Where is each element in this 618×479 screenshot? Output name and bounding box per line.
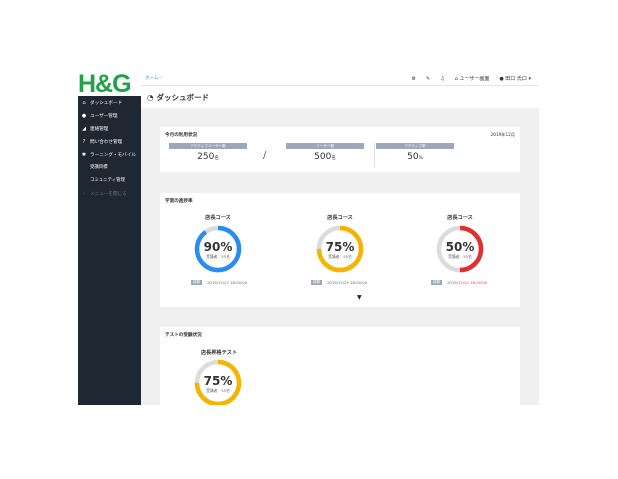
active-users-label: アクティブユーザー数	[169, 143, 247, 149]
course-name: 店長コース	[205, 215, 231, 221]
usage-separator: /	[263, 150, 267, 161]
home-icon: ⌂	[82, 99, 86, 106]
course-students: 受講者：55名	[328, 254, 352, 259]
users-unit: 名	[331, 156, 336, 161]
course-name: 店長コース	[447, 215, 473, 221]
active-users-unit: 名	[214, 156, 219, 161]
active-users-number: 250	[197, 152, 215, 162]
dashboard-icon: ◔	[147, 93, 154, 102]
wrench-icon[interactable]: ✎	[426, 76, 430, 82]
bell-icon[interactable]: ♫	[440, 76, 444, 82]
sidebar-item-label: ラーニング・モバイル	[90, 152, 136, 158]
main-content: 今月の利用状況 2019年12月 アクティブユーザー数 250名 / ユーザー数…	[141, 108, 539, 405]
active-rate-value: 50%	[376, 152, 454, 162]
course-students: 受講者：55名	[206, 254, 230, 259]
progress-card: 学習の進捗率 店長コース 90% 受講者：55名 締期 2019/12/27 1…	[160, 193, 520, 307]
tests-card: テストの受験状況 店長昇格テスト 75% 受講者：55名	[160, 327, 520, 405]
usage-divider	[374, 143, 375, 167]
page-title: ◔ ダッシュボード	[147, 92, 209, 103]
test-percent: 75%	[203, 374, 233, 388]
sidebar-subitem-goals[interactable]: 受講目標	[78, 161, 141, 174]
usage-title: 今月の利用状況	[165, 133, 198, 138]
active-rate-number: 50	[407, 152, 419, 162]
active-users-value: 250名	[169, 152, 247, 162]
usage-date: 2019年12月	[490, 132, 515, 137]
course-deadline: 2019/12/27 18:00:00	[207, 280, 248, 285]
megaphone-icon: ◢	[82, 125, 86, 132]
sidebar-item-notices[interactable]: ◢ 連絡管理	[78, 122, 141, 135]
course-percent: 90%	[203, 240, 233, 254]
deadline-tag: 締期	[311, 280, 322, 285]
sidebar: ⌂ ダッシュボード ● ユーザー管理 ◢ 連絡管理 ? 問い合わせ管理 ✱ ラー…	[78, 96, 141, 405]
expand-arrow-icon[interactable]: ▼	[357, 294, 362, 301]
user-icon: ●	[81, 112, 87, 119]
user-screen-link[interactable]: ⌂ ユーザー画面	[455, 75, 490, 82]
collapse-menu-label: メニューを閉じる	[90, 191, 127, 197]
breadcrumb-separator: /	[160, 76, 162, 81]
gear-icon: ✱	[81, 151, 87, 158]
user-menu[interactable]: ● 田口 氏口 ▾	[499, 75, 531, 82]
sidebar-item-users[interactable]: ● ユーザー管理	[78, 109, 141, 122]
usage-card: 今月の利用状況 2019年12月 アクティブユーザー数 250名 / ユーザー数…	[160, 127, 520, 172]
test-name: 店長昇格テスト	[200, 350, 238, 356]
course-name: 店長コース	[327, 215, 353, 221]
gear-icon[interactable]: ⚙	[412, 76, 416, 82]
tests-title: テストの受験状況	[165, 333, 202, 338]
users-value: 500名	[286, 152, 364, 162]
course-students: 受講者：55名	[448, 254, 472, 259]
users-label: ユーザー数	[286, 143, 364, 149]
active-rate-label: アクティブ率	[376, 143, 454, 149]
sidebar-subitem-community[interactable]: コミュニティ管理	[78, 174, 141, 187]
brand-logo[interactable]: H&G	[78, 72, 140, 97]
progress-title: 学習の進捗率	[165, 199, 193, 204]
page-header: ◔ ダッシュボード	[141, 86, 539, 108]
sidebar-item-label: ユーザー管理	[90, 113, 118, 119]
course-percent: 50%	[445, 240, 475, 254]
breadcrumb-home[interactable]: ホーム	[145, 76, 158, 81]
course-percent: 75%	[325, 240, 355, 254]
sidebar-item-label: ダッシュボード	[90, 100, 123, 106]
deadline-tag: 締期	[431, 280, 442, 285]
course-deadline: 2019/12/25 18:00:00	[327, 280, 368, 285]
sidebar-item-label: 問い合わせ管理	[90, 139, 123, 145]
top-bar: ホーム / ⚙ ✎ ♫ ⌂ ユーザー画面 ● 田口 氏口 ▾	[141, 72, 539, 86]
chevron-left-icon: ‹	[83, 190, 85, 197]
collapse-menu-button[interactable]: ‹ メニューを閉じる	[78, 187, 141, 200]
test-students: 受講者：55名	[206, 388, 230, 393]
sidebar-item-label: 連絡管理	[90, 126, 109, 132]
sidebar-item-dashboard[interactable]: ⌂ ダッシュボード	[78, 96, 141, 109]
breadcrumb: ホーム /	[145, 75, 162, 81]
users-number: 500	[314, 152, 332, 162]
sidebar-item-learning-mobile[interactable]: ✱ ラーニング・モバイル	[78, 148, 141, 161]
sidebar-item-inquiries[interactable]: ? 問い合わせ管理	[78, 135, 141, 148]
question-icon: ?	[82, 138, 86, 145]
deadline-tag: 締期	[191, 280, 202, 285]
course-deadline: 2019/12/20 18:00:00	[447, 280, 488, 285]
page-title-text: ダッシュボード	[156, 93, 210, 102]
active-rate-unit: %	[418, 156, 423, 161]
